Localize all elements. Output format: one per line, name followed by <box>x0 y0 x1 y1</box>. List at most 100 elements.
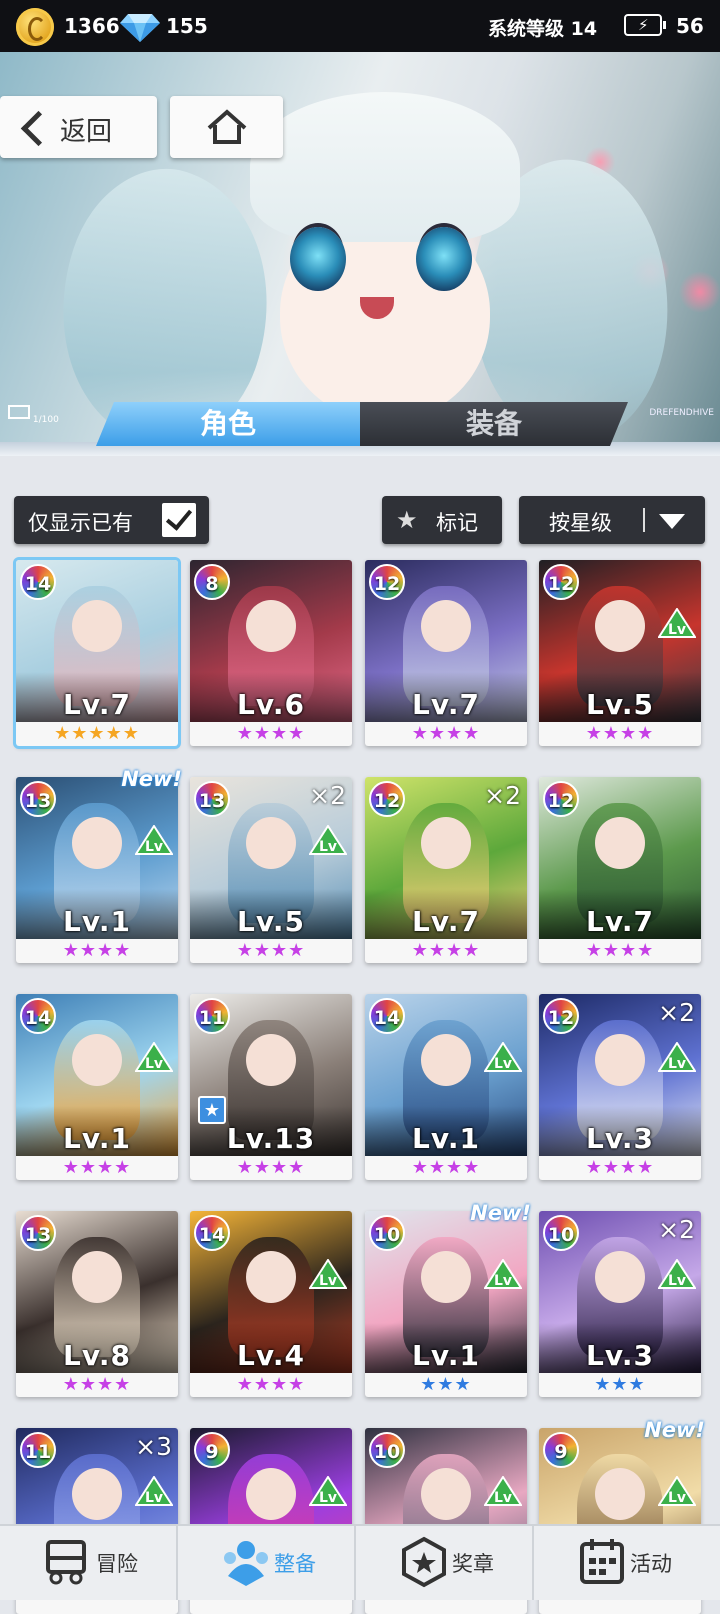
level-up-label: Lv <box>145 839 163 855</box>
character-level: Lv.7 <box>63 688 131 721</box>
nav-medals[interactable]: 奖章 <box>356 1526 534 1600</box>
character-card[interactable]: 11 ★ Lv.13 ★★★★ <box>190 994 352 1180</box>
character-card[interactable]: 13 New! Lv Lv.1 ★★★★ <box>16 767 182 963</box>
character-card[interactable]: 14 Lv Lv.1 ★★★★ <box>365 994 527 1180</box>
character-portrait <box>246 600 296 652</box>
character-level: Lv.5 <box>237 905 305 938</box>
mark-button[interactable]: ★ 标记 <box>382 496 502 544</box>
character-card[interactable]: 10 New! Lv Lv.1 ★★★ <box>365 1201 531 1397</box>
truck-icon <box>46 1540 86 1585</box>
level-up-label: Lv <box>145 1056 163 1072</box>
character-level: Lv.7 <box>586 905 654 938</box>
character-portrait <box>246 1468 296 1520</box>
character-portrait <box>421 1251 471 1303</box>
character-card[interactable]: 12 Lv.7 ★★★★ <box>365 560 527 746</box>
star-rating: ★★★★ <box>236 940 306 961</box>
star-rating: ★★★★ <box>411 940 481 961</box>
level-badge: 10 <box>369 1215 405 1251</box>
level-badge: 13 <box>194 781 230 817</box>
duplicate-count: ×2 <box>658 1215 695 1244</box>
home-button[interactable] <box>170 96 283 158</box>
level-up-label: Lv <box>668 622 686 638</box>
team-icon <box>224 1541 268 1586</box>
checkbox-checked-icon[interactable] <box>162 503 196 537</box>
level-badge: 11 <box>20 1432 56 1468</box>
nav-prepare[interactable]: 整备 <box>178 1526 356 1600</box>
character-level: Lv.3 <box>586 1339 654 1372</box>
character-card[interactable]: 12 ×2 Lv.7 ★★★★ <box>365 777 527 963</box>
character-level: Lv.8 <box>63 1339 131 1372</box>
level-up-icon: Lv <box>658 1476 696 1506</box>
star-rating: ★★★★ <box>236 1157 306 1178</box>
character-card[interactable]: 8 Lv.6 ★★★★ <box>190 560 352 746</box>
coin-count: 1366 <box>64 14 120 38</box>
character-card[interactable]: 10 ×2 Lv Lv.3 ★★★ <box>539 1211 701 1397</box>
character-portrait <box>421 817 471 869</box>
status-bar: 1366 155 系统等级 14 ⚡ 56 <box>0 0 720 52</box>
star-rating: ★★★★ <box>62 1374 132 1395</box>
level-badge: 13 <box>20 781 56 817</box>
medal-icon <box>402 1536 446 1588</box>
star-rating: ★★★★ <box>585 1157 655 1178</box>
character-portrait <box>72 817 122 869</box>
nav-adventure-label: 冒险 <box>96 1552 138 1576</box>
sort-dropdown-label: 按星级 <box>549 511 612 535</box>
back-button[interactable]: 返回 <box>0 96 157 158</box>
banner-art <box>250 92 520 242</box>
mark-button-label: 标记 <box>436 511 478 535</box>
level-badge: 12 <box>543 781 579 817</box>
character-card[interactable]: 12 Lv.7 ★★★★ <box>539 777 701 963</box>
tab-characters[interactable]: 角色 <box>96 402 360 446</box>
level-badge: 10 <box>369 1432 405 1468</box>
sort-dropdown[interactable]: 按星级 <box>519 496 705 544</box>
calendar-icon <box>580 1539 624 1584</box>
character-portrait <box>246 817 296 869</box>
star-rating: ★★★★ <box>411 723 481 744</box>
nav-adventure[interactable]: 冒险 <box>0 1526 178 1600</box>
character-card[interactable]: 13 ×2 Lv Lv.5 ★★★★ <box>190 777 352 963</box>
character-card[interactable]: 12 Lv Lv.5 ★★★★ <box>539 560 701 746</box>
character-level: Lv.1 <box>63 1122 131 1155</box>
level-up-icon: Lv <box>135 825 173 855</box>
level-up-label: Lv <box>319 839 337 855</box>
battery-count: 56 <box>676 14 704 38</box>
character-portrait <box>421 1034 471 1086</box>
level-up-icon: Lv <box>135 1476 173 1506</box>
new-tag: New! <box>470 1201 531 1225</box>
divider <box>643 508 645 532</box>
level-badge: 12 <box>543 998 579 1034</box>
level-up-icon: Lv <box>484 1259 522 1289</box>
nav-medals-label: 奖章 <box>452 1552 494 1576</box>
character-portrait <box>595 1251 645 1303</box>
character-level: Lv.1 <box>412 1339 480 1372</box>
show-owned-toggle[interactable]: 仅显示已有 <box>14 496 209 544</box>
character-card[interactable]: 14 Lv Lv.1 ★★★★ <box>16 994 178 1180</box>
character-level: Lv.1 <box>412 1122 480 1155</box>
character-card[interactable]: 14 Lv.7 ★★★★★ <box>16 560 178 746</box>
character-portrait <box>72 1034 122 1086</box>
level-badge: 12 <box>369 781 405 817</box>
character-level: Lv.13 <box>226 1122 316 1155</box>
level-badge: 8 <box>194 564 230 600</box>
character-level: Lv.7 <box>412 905 480 938</box>
system-level: 系统等级 14 <box>488 18 598 40</box>
tab-equipment[interactable]: 装备 <box>360 402 628 446</box>
level-up-label: Lv <box>319 1273 337 1289</box>
character-card[interactable]: 13 Lv.8 ★★★★ <box>16 1211 178 1397</box>
nav-events[interactable]: 活动 <box>534 1526 712 1600</box>
character-card[interactable]: 14 Lv Lv.4 ★★★★ <box>190 1211 352 1397</box>
new-tag: New! <box>644 1418 705 1442</box>
level-badge: 13 <box>20 1215 56 1251</box>
home-icon <box>207 109 247 144</box>
level-badge: 12 <box>543 564 579 600</box>
coin-icon <box>16 8 54 46</box>
gem-count: 155 <box>166 14 208 38</box>
star-rating: ★★★★ <box>585 940 655 961</box>
character-portrait <box>595 1468 645 1520</box>
character-portrait <box>72 1468 122 1520</box>
character-card[interactable]: 12 ×2 Lv Lv.3 ★★★★ <box>539 994 701 1180</box>
level-up-icon: Lv <box>135 1042 173 1072</box>
duplicate-count: ×2 <box>484 781 521 810</box>
level-up-label: Lv <box>668 1056 686 1072</box>
new-tag: New! <box>121 767 182 791</box>
